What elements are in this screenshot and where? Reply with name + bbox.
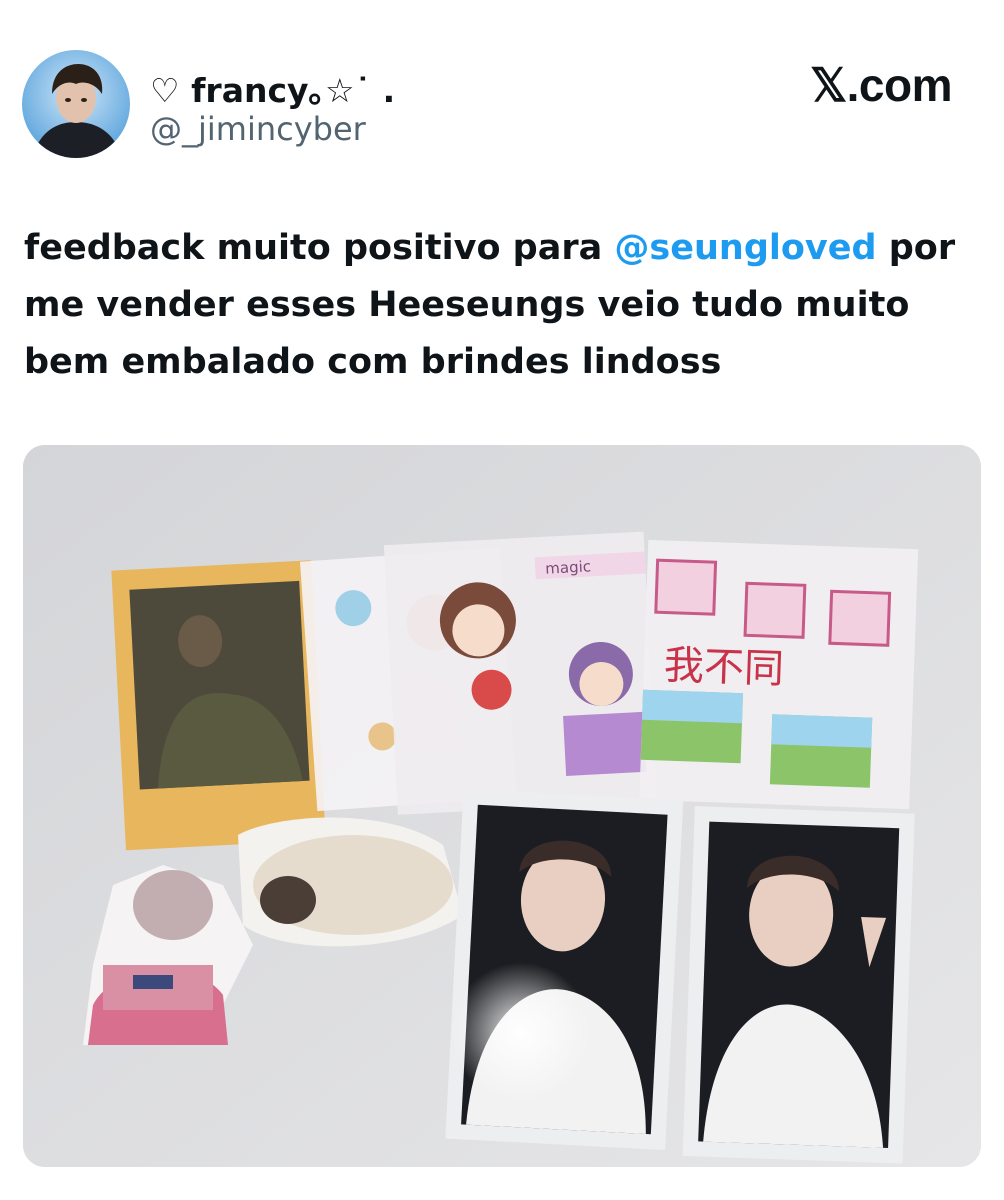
polaroid-card	[111, 560, 326, 851]
tweet-photo[interactable]: magic 我不同	[23, 445, 981, 1167]
sticker-sheet-middle: magic	[383, 531, 658, 815]
magic-tape-text: magic	[545, 557, 592, 577]
tweet-text-before: feedback muito positivo para	[24, 228, 615, 268]
tweet-text: feedback muito positivo para @seungloved…	[24, 220, 974, 391]
x-logo-icon: 𝕏.com	[810, 59, 952, 111]
tweet-header: ♡ francy｡☆˙ . @_jimincyber 𝕏.com	[22, 50, 982, 162]
author-display-name[interactable]: ♡ francy｡☆˙ .	[150, 64, 395, 112]
author-avatar[interactable]	[22, 50, 130, 158]
user-avatar-icon	[22, 50, 130, 158]
mention-link[interactable]: @seungloved	[614, 228, 876, 268]
photocard-left	[445, 788, 684, 1151]
sticker-sheet-right: 我不同	[639, 539, 919, 810]
photo-illustration: magic 我不同	[23, 445, 981, 1167]
sticker-text: 我不同	[663, 642, 785, 692]
author-handle[interactable]: @_jimincyber	[150, 110, 366, 148]
photocard-right	[682, 806, 915, 1164]
